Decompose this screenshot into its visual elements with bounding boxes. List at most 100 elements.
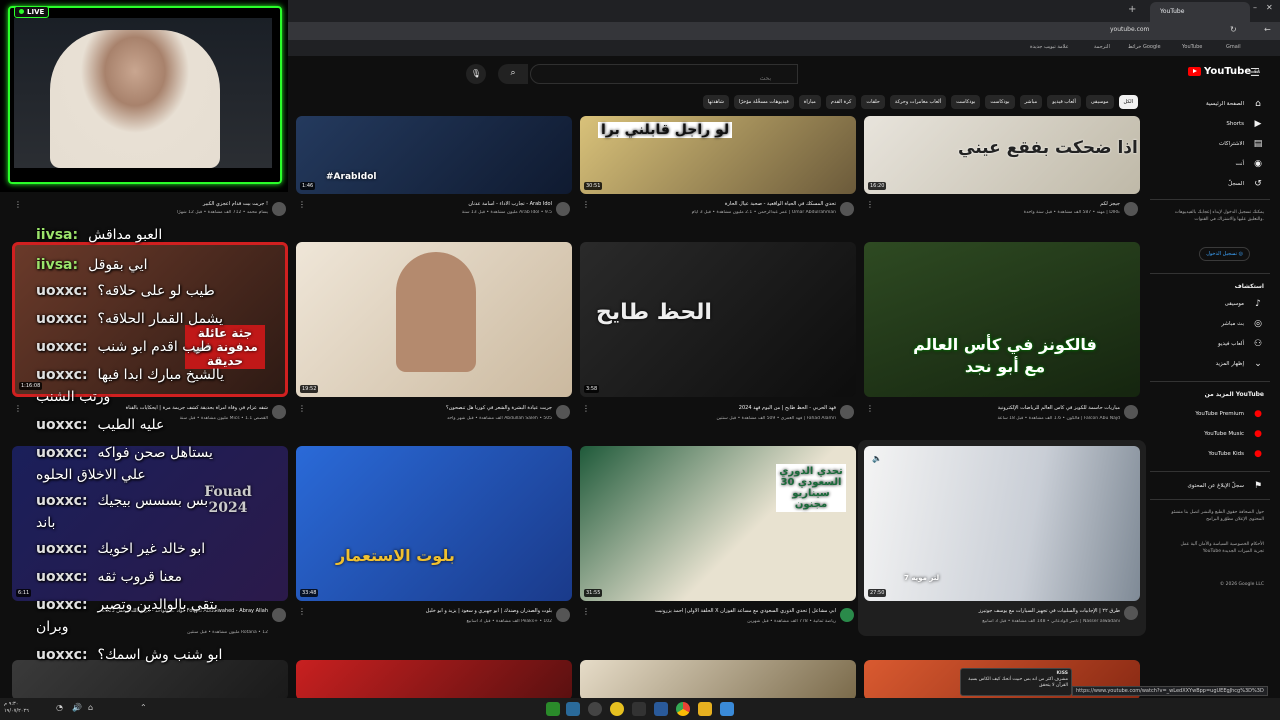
channel-avatar[interactable] xyxy=(840,608,854,622)
bookmark-youtube[interactable]: YouTube xyxy=(1182,44,1202,50)
app-icon[interactable] xyxy=(610,702,624,716)
channel-avatar[interactable] xyxy=(556,405,570,419)
video-title[interactable]: جربت بيت قدام اعجزي الكبير ! xyxy=(30,201,268,207)
network-icon[interactable]: ⌂ xyxy=(88,703,93,712)
volume-icon[interactable]: 🔊 xyxy=(72,703,82,712)
chip[interactable]: موسيقى xyxy=(1085,95,1114,109)
sidebar-item-music-app[interactable]: YouTube Music ● xyxy=(1204,429,1264,439)
channel-avatar[interactable] xyxy=(272,405,286,419)
channel-avatar[interactable] xyxy=(272,608,286,622)
video-thumbnail[interactable]: بلوت الاستعمار 33:48 xyxy=(296,446,572,601)
more-options-icon[interactable]: ⋮ xyxy=(298,607,306,616)
reload-icon[interactable]: ↻ xyxy=(1230,25,1237,34)
sidebar-item-home[interactable]: الصفحة الرئيسية ⌂ xyxy=(1206,99,1264,109)
video-thumbnail[interactable] xyxy=(12,660,288,700)
channel-name[interactable]: Omar Abdulrahman | عمر عبدالرحمن xyxy=(758,210,836,215)
channel-avatar[interactable] xyxy=(556,608,570,622)
channel-name[interactable]: Abdullah Saleh xyxy=(504,416,538,421)
channel-name[interactable]: يسام محمد xyxy=(247,210,268,215)
video-thumbnail[interactable]: #ArabIdol 1:46 xyxy=(296,116,572,194)
channel-name[interactable]: Rotana xyxy=(241,630,257,635)
chip[interactable]: بودكاست xyxy=(951,95,981,109)
media-app-icon[interactable] xyxy=(546,702,560,716)
video-title[interactable]: جربت عيادة البشرة والشعر في كوريا هل تنص… xyxy=(312,405,552,411)
video-title[interactable]: تحدي المسكك في الحياة الواقعية - صحبة عي… xyxy=(596,201,836,207)
channel-avatar[interactable] xyxy=(1124,405,1138,419)
channel-avatar[interactable] xyxy=(1124,202,1138,216)
chip[interactable]: كرة القدم xyxy=(825,95,857,109)
app-icon[interactable] xyxy=(654,702,668,716)
video-title[interactable]: الحلقة الأولى| احمد يزرونيت X أبي مشاعل … xyxy=(596,608,836,614)
windows-start-icon[interactable] xyxy=(720,702,734,716)
sidebar-item-history[interactable]: السجلّ ↺ xyxy=(1228,179,1264,189)
chip[interactable]: مباراة xyxy=(798,95,821,109)
more-options-icon[interactable]: ⋮ xyxy=(582,200,590,209)
video-title[interactable]: طرق ٢٢ | الإجابيات والسلبيات في تجهيز ال… xyxy=(880,608,1120,614)
channel-avatar[interactable] xyxy=(1124,606,1138,620)
video-thumbnail[interactable]: تحدي الدوري السعودي 30 سيناريو مجنون 31:… xyxy=(580,446,856,601)
notification-popup[interactable]: KISS مشرف اكثر من انه بس حبيت أتحك كيف ا… xyxy=(960,668,1072,696)
more-options-icon[interactable]: ⋮ xyxy=(298,200,306,209)
browser-tab[interactable]: YouTube xyxy=(1150,2,1250,22)
channel-avatar[interactable] xyxy=(840,202,854,216)
sidebar-item-you[interactable]: أنت ◉ xyxy=(1236,159,1264,169)
chip[interactable]: ألعاب مغامرات وحركة xyxy=(889,95,947,109)
taskbar-clock[interactable]: ٩:٣٠ م ١٩/٠٧/٢٠٢٦ xyxy=(4,701,29,715)
app-icon[interactable] xyxy=(632,702,646,716)
video-thumbnail[interactable]: فالكونز في كأس العالم مع أبو نجد xyxy=(864,242,1140,397)
bookmark-translate[interactable]: الترجمة xyxy=(1094,44,1110,50)
search-box[interactable] xyxy=(530,64,798,88)
channel-name[interactable]: Arab Idol xyxy=(519,210,539,215)
channel-name[interactable]: Fahad Alamri | فهد العمري xyxy=(781,416,836,421)
video-title[interactable]: جيجز لكم xyxy=(880,201,1120,207)
video-title[interactable]: بلوت والصدران وصندك | ابو جهيري و سعود |… xyxy=(312,608,552,614)
video-thumbnail[interactable]: 🔈 7 لتر مويه 27:50 xyxy=(864,446,1140,601)
steam-icon[interactable] xyxy=(566,702,580,716)
signin-button[interactable]: تسجيل الدخول ◎ xyxy=(1199,247,1250,261)
mute-icon[interactable]: 🔈 xyxy=(872,454,882,463)
sidebar-item-gaming[interactable]: ألعاب فيديو ⚇ xyxy=(1218,339,1264,349)
channel-avatar[interactable] xyxy=(840,405,854,419)
sidebar-item-shorts[interactable]: Shorts ▶ xyxy=(1226,119,1264,129)
more-options-icon[interactable]: ⋮ xyxy=(866,200,874,209)
more-options-icon[interactable]: ⋮ xyxy=(14,200,22,209)
chip-all[interactable]: الكل xyxy=(1118,95,1138,109)
more-options-icon[interactable]: ⋮ xyxy=(866,404,874,413)
new-tab-button[interactable]: + xyxy=(1128,4,1136,15)
video-title[interactable]: تجارب الاداء - أسامة عدنان - Arab Idol xyxy=(312,201,552,207)
chip[interactable]: بودكاست xyxy=(985,95,1015,109)
back-icon[interactable]: ← xyxy=(1264,25,1271,34)
channel-name[interactable]: Falcon Abu Najd | فالكون xyxy=(1066,416,1120,421)
chrome-icon[interactable] xyxy=(676,702,690,716)
sidebar-item-kids[interactable]: YouTube Kids ● xyxy=(1208,449,1264,459)
video-thumbnail[interactable] xyxy=(580,660,856,700)
bookmark-new-tab[interactable]: علامة تبويب جديدة xyxy=(1030,44,1069,50)
search-button[interactable]: ⌕ xyxy=(498,64,528,84)
footer-links-2[interactable]: الأحكام الخصوصية السياسة والأمان آلية عم… xyxy=(1164,541,1264,555)
close-window-button[interactable]: ✕ xyxy=(1266,3,1273,12)
file-explorer-icon[interactable] xyxy=(698,702,712,716)
sidebar-item-subscriptions[interactable]: الاشتراكات ▤ xyxy=(1219,139,1264,149)
more-options-icon[interactable]: ⋮ xyxy=(14,404,22,413)
channel-name[interactable]: Nasser alwadani | ناصر الوادعاني xyxy=(1051,619,1120,624)
minimize-button[interactable]: – xyxy=(1253,3,1257,12)
channel-name[interactable]: رياضة ثمانية xyxy=(813,619,836,624)
video-thumbnail[interactable]: 19:52 xyxy=(296,242,572,397)
video-title[interactable]: فهد الحربي - الحظ طايح | من ألبوم فهد 20… xyxy=(596,405,836,411)
channel-avatar[interactable] xyxy=(556,202,570,216)
video-thumbnail[interactable]: الحظ طايح 3:58 xyxy=(580,242,856,397)
voice-search-button[interactable]: 🎙 xyxy=(466,64,486,84)
more-options-icon[interactable]: ⋮ xyxy=(582,404,590,413)
sidebar-item-music[interactable]: موسيقى ♪ xyxy=(1225,299,1264,309)
more-options-icon[interactable]: ⋮ xyxy=(582,607,590,616)
channel-name[interactable]: Peaks+ xyxy=(521,619,538,624)
sidebar-item-show-more[interactable]: إظهار المزيد ⌄ xyxy=(1216,359,1264,369)
chip[interactable]: مباشر xyxy=(1019,95,1043,109)
channel-name[interactable]: DIRE | مهند xyxy=(1097,210,1120,215)
video-thumbnail[interactable]: اذا ضحكت بفقع عيني 16:20 xyxy=(864,116,1140,194)
chevron-up-icon[interactable]: ⌃ xyxy=(140,703,147,712)
sidebar-item-premium[interactable]: YouTube Premium ● xyxy=(1195,409,1264,419)
footer-links-1[interactable]: حول الصحافة حقوق الطبع والنشر اتصل بنا م… xyxy=(1164,509,1264,523)
chip[interactable]: ألعاب فيديو xyxy=(1047,95,1081,109)
notifications-icon[interactable]: ◔ xyxy=(56,703,63,712)
